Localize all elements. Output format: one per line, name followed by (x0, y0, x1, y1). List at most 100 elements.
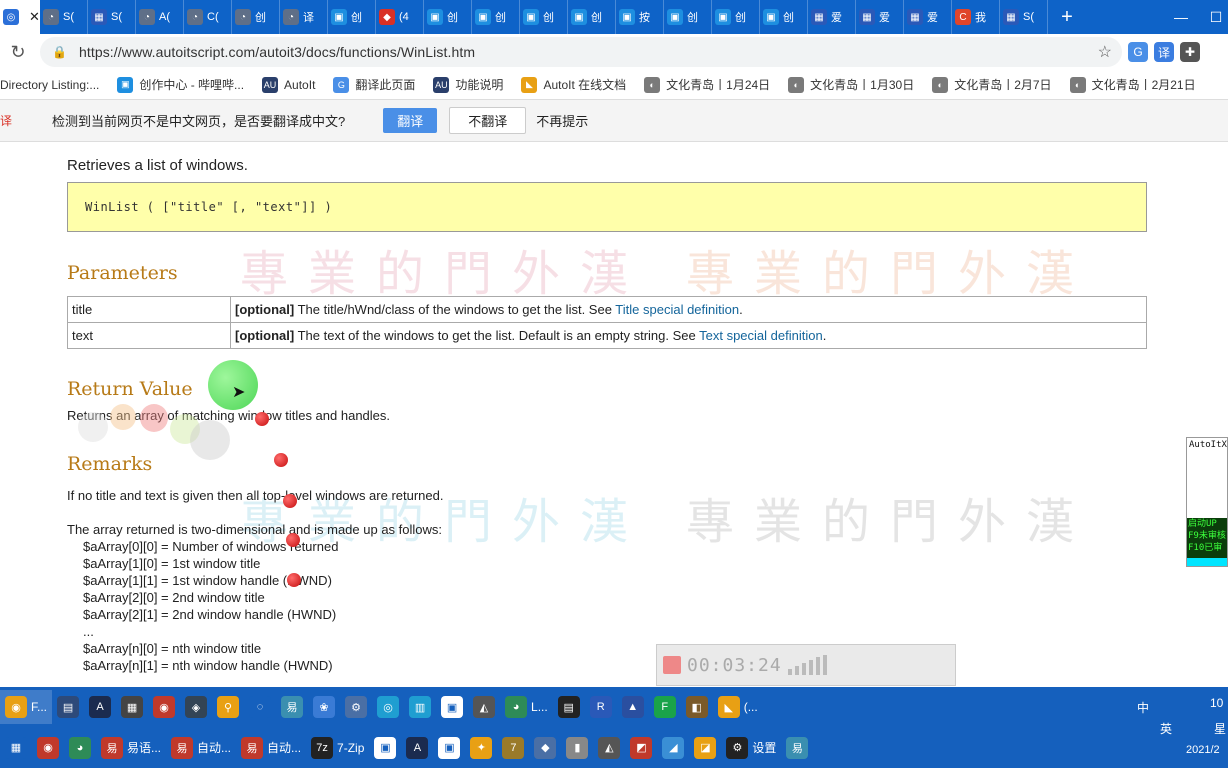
bookmark-item[interactable]: Directory Listing:... (0, 78, 99, 92)
ime-indicator[interactable]: 中 (1137, 699, 1149, 716)
taskbar-app-button[interactable]: ✦ (465, 731, 497, 765)
taskbar-app-button[interactable]: ▲ (617, 690, 649, 724)
minimize-button[interactable]: — (1158, 0, 1204, 34)
extension-icon[interactable]: ✚ (1180, 42, 1200, 62)
bookmark-item[interactable]: AU 功能说明 (433, 76, 503, 93)
taskbar-app-button[interactable]: ▤ (52, 690, 84, 724)
taskbar-app-button[interactable]: ▮ (561, 731, 593, 765)
browser-tab[interactable]: ◔ A( (136, 0, 184, 34)
taskbar-app-button[interactable]: ⚙ (340, 690, 372, 724)
title-special-definition-link[interactable]: Title special definition (615, 302, 739, 317)
optional-tag: [optional] (235, 328, 295, 343)
browser-tab[interactable]: ▦ S( (1000, 0, 1048, 34)
text-special-definition-link[interactable]: Text special definition (699, 328, 823, 343)
taskbar-app-button[interactable]: ◪ (689, 731, 721, 765)
taskbar-app-button[interactable]: A (84, 690, 116, 724)
dont-translate-button[interactable]: 不翻译 (449, 107, 527, 134)
taskbar-app-button[interactable]: ◩ (625, 731, 657, 765)
new-tab-button[interactable]: + (1052, 6, 1082, 29)
extension-icon[interactable]: 译 (1154, 42, 1174, 62)
bookmark-item[interactable]: ▣ 创作中心 - 哔哩哔... (117, 76, 244, 93)
browser-tab[interactable]: ▦ S( (88, 0, 136, 34)
browser-tab[interactable]: ▦ 爱 (904, 0, 952, 34)
taskbar-app-button[interactable]: 易 (781, 731, 813, 765)
browser-tab[interactable]: ◎ ✕ (0, 0, 40, 34)
browser-tab[interactable]: ▣ 创 (712, 0, 760, 34)
taskbar-app-button[interactable]: F (649, 690, 681, 724)
taskbar-app-button[interactable]: ❀ (308, 690, 340, 724)
taskbar-app-button[interactable]: ◕ L... (500, 690, 553, 724)
taskbar-app-button[interactable]: ⚙ 设置 (721, 731, 781, 765)
taskbar-app-button[interactable]: ◭ (593, 731, 625, 765)
taskbar-app-button[interactable]: ◆ (529, 731, 561, 765)
taskbar-app-button[interactable]: ◧ (681, 690, 713, 724)
bookmark-item[interactable]: ◐ 文化青岛丨2月21日 (1069, 76, 1196, 93)
mouse-trail-ball (78, 412, 108, 442)
browser-tab[interactable]: ▣ 创 (472, 0, 520, 34)
bookmark-item[interactable]: ◣ AutoIt 在线文档 (521, 76, 626, 93)
never-translate-link[interactable]: 不再提示 (536, 111, 588, 130)
taskbar-app-button[interactable]: A (401, 731, 433, 765)
browser-tab[interactable]: ◔ S( (40, 0, 88, 34)
taskbar-app-button[interactable]: ◌ (244, 690, 276, 724)
browser-tab[interactable]: ▣ 创 (760, 0, 808, 34)
taskbar-app-button[interactable]: ◉ F... (0, 690, 53, 724)
ime-indicator[interactable]: 英 (1160, 720, 1172, 737)
taskbar-app-button[interactable]: 易易语... (96, 731, 166, 765)
taskbar-app-button[interactable]: ▤ (553, 690, 585, 724)
taskbar-app-button[interactable]: 易自动... (166, 731, 236, 765)
browser-tab[interactable]: ◔ C( (184, 0, 232, 34)
url-text[interactable]: https://www.autoitscript.com/autoit3/doc… (79, 44, 475, 60)
browser-tab[interactable]: ▣ 创 (664, 0, 712, 34)
omnibox[interactable]: 🔒 https://www.autoitscript.com/autoit3/d… (40, 37, 1122, 67)
taskbar-row-1: ◉ F... ▤ A ▦ ◉ ◈ ⚲ ◌ 易 ❀ ⚙ ◎ ▥ ▣ ◭ ◕ L... ▤ R ▲ F ◧ ◣ (... (0, 687, 1228, 727)
bookmark-item[interactable]: AU AutoIt (262, 76, 316, 93)
browser-tab[interactable]: ▦ 爱 (808, 0, 856, 34)
browser-tab[interactable]: ◆ (4 (376, 0, 424, 34)
tab-strip: ◎ ✕ ◔ S(▦ S(◔ A(◔ C(◔ 创 ◔ 译 ▣ 创 ◆ (4 ▣ 创 ▣ 创 ▣ 创 ▣ 创 ▣ 按 ▣ 创 ▣ 创 ▣ 创 ▦… (0, 0, 1228, 34)
browser-tab[interactable]: C我 (952, 0, 1000, 34)
taskbar-app-button[interactable]: ◭ (468, 690, 500, 724)
taskbar-app-button[interactable]: ◕ (64, 731, 96, 765)
bookmark-label: AutoIt (284, 77, 316, 92)
taskbar-app-button[interactable]: ◢ (657, 731, 689, 765)
taskbar-app-button[interactable]: ▦ (116, 690, 148, 724)
taskbar-app-button[interactable]: ▣ (369, 731, 401, 765)
browser-tab[interactable]: ◔ 译 (280, 0, 328, 34)
taskbar-app-button[interactable]: R (585, 690, 617, 724)
bookmark-item[interactable]: ◐ 文化青岛丨2月7日 (932, 76, 1052, 93)
browser-tab[interactable]: ▣ 创 (424, 0, 472, 34)
record-icon[interactable] (663, 656, 681, 674)
bookmark-item[interactable]: G 翻译此页面 (333, 76, 415, 93)
taskbar-app-button[interactable]: ⚲ (212, 690, 244, 724)
taskbar-app-button[interactable]: 7 (497, 731, 529, 765)
translate-button[interactable]: 翻译 (383, 108, 438, 133)
taskbar-app-button[interactable]: ◣ (... (713, 690, 763, 724)
taskbar-app-button[interactable]: ◈ (180, 690, 212, 724)
close-tab-icon[interactable]: ✕ (29, 9, 40, 25)
browser-tab[interactable]: ▣ 创 (328, 0, 376, 34)
taskbar-app-button[interactable]: ◎ (372, 690, 404, 724)
taskbar-app-button[interactable]: ▥ (404, 690, 436, 724)
browser-tab[interactable]: ◔ 创 (232, 0, 280, 34)
taskbar-app-button[interactable]: ▣ (433, 731, 465, 765)
browser-tab[interactable]: ▣ 创 (520, 0, 568, 34)
bookmark-star-icon[interactable]: ☆ (1098, 42, 1112, 62)
clock-date[interactable]: 2021/2 (1186, 744, 1220, 756)
clock-time[interactable]: 10 (1210, 696, 1223, 710)
extension-icon[interactable]: G (1128, 42, 1148, 62)
browser-tab[interactable]: ▣ 按 (616, 0, 664, 34)
bookmark-item[interactable]: ◐ 文化青岛丨1月24日 (644, 76, 770, 93)
browser-tab[interactable]: ▦ 爱 (856, 0, 904, 34)
maximize-button[interactable]: ☐ (1204, 0, 1228, 34)
taskbar-app-button[interactable]: ▣ (436, 690, 468, 724)
taskbar-app-button[interactable]: 7z 7-Zip (306, 731, 369, 765)
taskbar-app-button[interactable]: ◉ (32, 731, 64, 765)
taskbar-app-button[interactable]: ◉ (148, 690, 180, 724)
taskbar-app-button[interactable]: ▦ (0, 731, 32, 765)
reload-icon[interactable]: ↻ (0, 42, 36, 63)
taskbar-app-button[interactable]: 易 (276, 690, 308, 724)
bookmark-item[interactable]: ◐ 文化青岛丨1月30日 (788, 76, 914, 93)
browser-tab[interactable]: ▣ 创 (568, 0, 616, 34)
taskbar-app-button[interactable]: 易自动... (236, 731, 306, 765)
